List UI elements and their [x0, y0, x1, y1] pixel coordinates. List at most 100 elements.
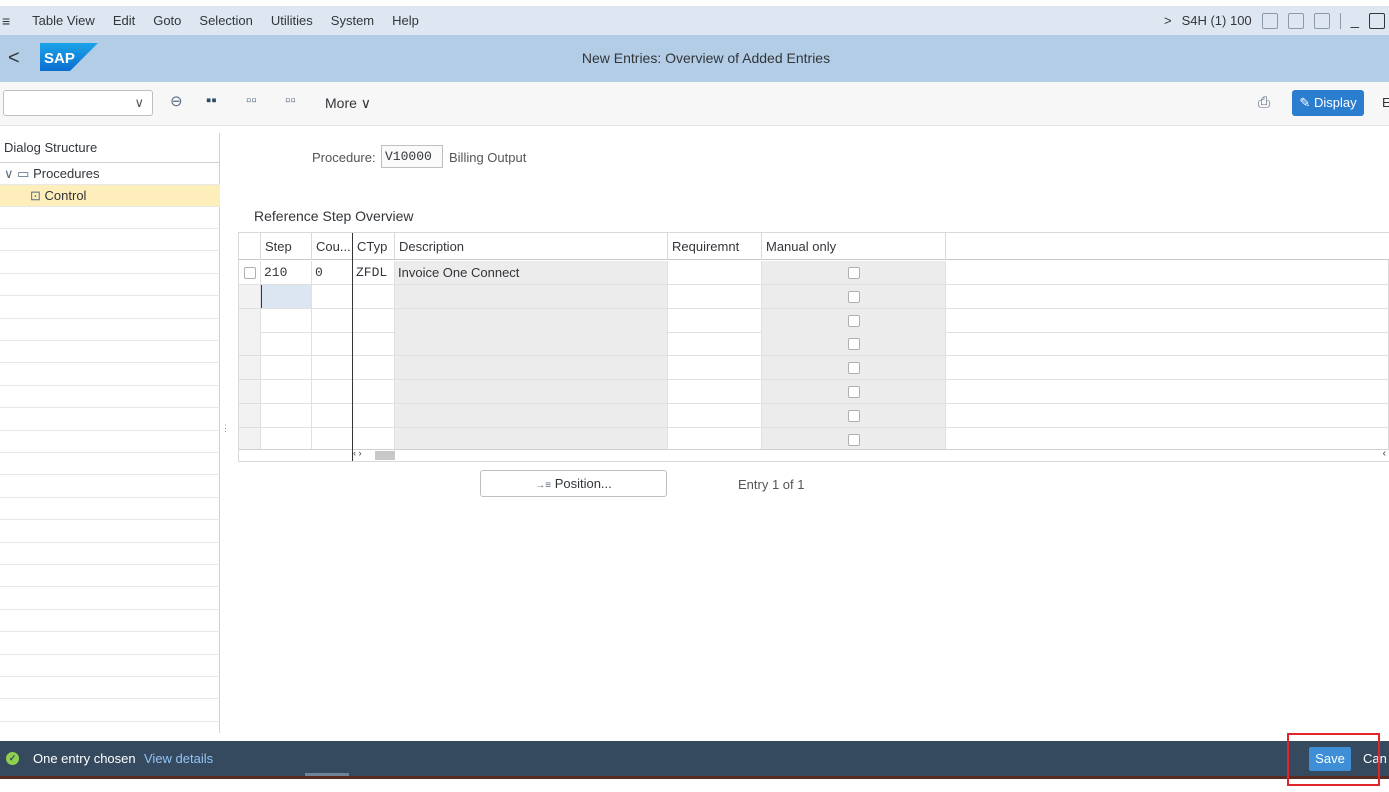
manual-only-checkbox[interactable]: [848, 267, 860, 279]
column-step[interactable]: Step: [261, 233, 312, 260]
cell-ctyp[interactable]: [353, 356, 395, 380]
cell-requirement[interactable]: [668, 356, 762, 380]
column-counter[interactable]: Cou...: [312, 233, 353, 260]
horizontal-scrollbar[interactable]: ‹ › ‹: [239, 448, 1389, 461]
cell-counter[interactable]: [312, 332, 353, 356]
scroll-arrows-icon[interactable]: ‹ ›: [353, 448, 362, 458]
tree-item-control[interactable]: ⊡ Control: [0, 185, 220, 207]
cell-counter[interactable]: [312, 308, 353, 332]
cell-manual-only[interactable]: [762, 284, 946, 308]
cell-description[interactable]: [395, 403, 668, 427]
system-id[interactable]: S4H (1) 100: [1182, 13, 1252, 28]
cell-step[interactable]: [261, 380, 312, 403]
manual-only-checkbox[interactable]: [848, 290, 860, 303]
cell-step[interactable]: [261, 308, 312, 332]
menu-help[interactable]: Help: [392, 13, 419, 28]
cell-counter[interactable]: [312, 403, 353, 427]
select-block-icon[interactable]: ▫▫: [246, 92, 257, 109]
view-details-link[interactable]: View details: [144, 751, 213, 766]
cell-requirement[interactable]: [668, 427, 762, 451]
row-select-checkbox[interactable]: [244, 267, 256, 279]
cell-ctyp[interactable]: [353, 308, 395, 332]
cell-counter[interactable]: 0: [312, 261, 353, 284]
column-description[interactable]: Description: [395, 233, 668, 260]
chevron-down-icon[interactable]: ∨: [4, 166, 14, 181]
cell-manual-only[interactable]: [762, 356, 946, 380]
active-input-cell[interactable]: [261, 284, 312, 308]
cell-ctyp[interactable]: [353, 284, 395, 308]
hamburger-icon[interactable]: ≡: [2, 13, 10, 29]
cell-manual-only[interactable]: [762, 308, 946, 332]
row-selector[interactable]: [239, 308, 261, 332]
column-requirement[interactable]: Requiremnt: [668, 233, 762, 260]
cell-manual-only[interactable]: [762, 332, 946, 356]
menu-edit[interactable]: Edit: [113, 13, 135, 28]
cell-step[interactable]: [261, 403, 312, 427]
row-selector[interactable]: [239, 427, 261, 451]
manual-only-checkbox[interactable]: [848, 409, 860, 422]
cell-manual-only[interactable]: [762, 380, 946, 403]
procedure-field[interactable]: V10000: [381, 145, 443, 168]
select-column-header[interactable]: [239, 233, 261, 260]
cell-manual-only[interactable]: [762, 427, 946, 451]
scroll-thumb[interactable]: [375, 451, 395, 460]
row-selector[interactable]: [239, 332, 261, 356]
select-all-icon[interactable]: ▪▪: [206, 92, 217, 109]
cell-ctyp[interactable]: ZFDL: [353, 261, 395, 284]
manual-only-checkbox[interactable]: [848, 338, 860, 351]
print-icon[interactable]: ⎙: [1258, 94, 1270, 111]
menu-utilities[interactable]: Utilities: [271, 13, 313, 28]
cell-description[interactable]: [395, 380, 668, 403]
cell-requirement[interactable]: [668, 261, 762, 284]
column-ctyp[interactable]: CTyp: [353, 233, 395, 260]
screen-icon[interactable]: [1261, 12, 1278, 29]
cell-ctyp[interactable]: [353, 332, 395, 356]
cell-step[interactable]: 210: [261, 261, 312, 284]
menu-table-view[interactable]: Table View: [32, 13, 95, 28]
settings-icon[interactable]: [1287, 12, 1304, 29]
minimize-icon[interactable]: _: [1351, 12, 1359, 29]
cell-counter[interactable]: [312, 380, 353, 403]
row-selector[interactable]: [239, 356, 261, 380]
menu-system[interactable]: System: [331, 13, 374, 28]
menu-selection[interactable]: Selection: [199, 13, 252, 28]
cell-requirement[interactable]: [668, 284, 762, 308]
row-selector[interactable]: [239, 380, 261, 403]
cell-ctyp[interactable]: [353, 403, 395, 427]
cell-step[interactable]: [261, 332, 312, 356]
cell-manual-only[interactable]: [762, 261, 946, 284]
display-button[interactable]: ✎ Display: [1292, 90, 1364, 116]
position-button[interactable]: →≡ Position...: [480, 470, 667, 497]
command-field[interactable]: ∨: [3, 90, 153, 116]
collapse-icon[interactable]: ⊖: [170, 92, 183, 110]
deselect-all-icon[interactable]: ▫▫: [285, 92, 296, 109]
manual-only-checkbox[interactable]: [848, 314, 860, 327]
manual-only-checkbox[interactable]: [848, 386, 860, 398]
cell-requirement[interactable]: [668, 332, 762, 356]
cell-description[interactable]: [395, 308, 668, 332]
manual-only-checkbox[interactable]: [848, 433, 860, 446]
tree-item-procedures[interactable]: ∨ ▭ Procedures: [0, 163, 220, 185]
overflow-label[interactable]: E: [1382, 95, 1389, 110]
lock-icon[interactable]: [1313, 12, 1330, 29]
cell-description[interactable]: Invoice One Connect: [395, 261, 668, 284]
maximize-icon[interactable]: [1369, 12, 1385, 29]
cell-description[interactable]: [395, 284, 668, 308]
cell-counter[interactable]: [312, 356, 353, 380]
row-selector[interactable]: [239, 261, 261, 284]
row-selector[interactable]: [239, 284, 261, 308]
menu-goto[interactable]: Goto: [153, 13, 181, 28]
expand-arrow-icon[interactable]: >: [1164, 13, 1172, 28]
cell-description[interactable]: [395, 427, 668, 451]
chevron-down-icon[interactable]: ∨: [134, 95, 144, 111]
cell-counter[interactable]: [312, 427, 353, 451]
column-manual-only[interactable]: Manual only: [762, 233, 946, 260]
cell-step[interactable]: [261, 427, 312, 451]
row-selector[interactable]: [239, 403, 261, 427]
scroll-left-icon[interactable]: ‹: [1383, 448, 1386, 459]
cell-requirement[interactable]: [668, 380, 762, 403]
cell-requirement[interactable]: [668, 403, 762, 427]
cell-requirement[interactable]: [668, 308, 762, 332]
manual-only-checkbox[interactable]: [848, 362, 860, 375]
cell-description[interactable]: [395, 356, 668, 380]
